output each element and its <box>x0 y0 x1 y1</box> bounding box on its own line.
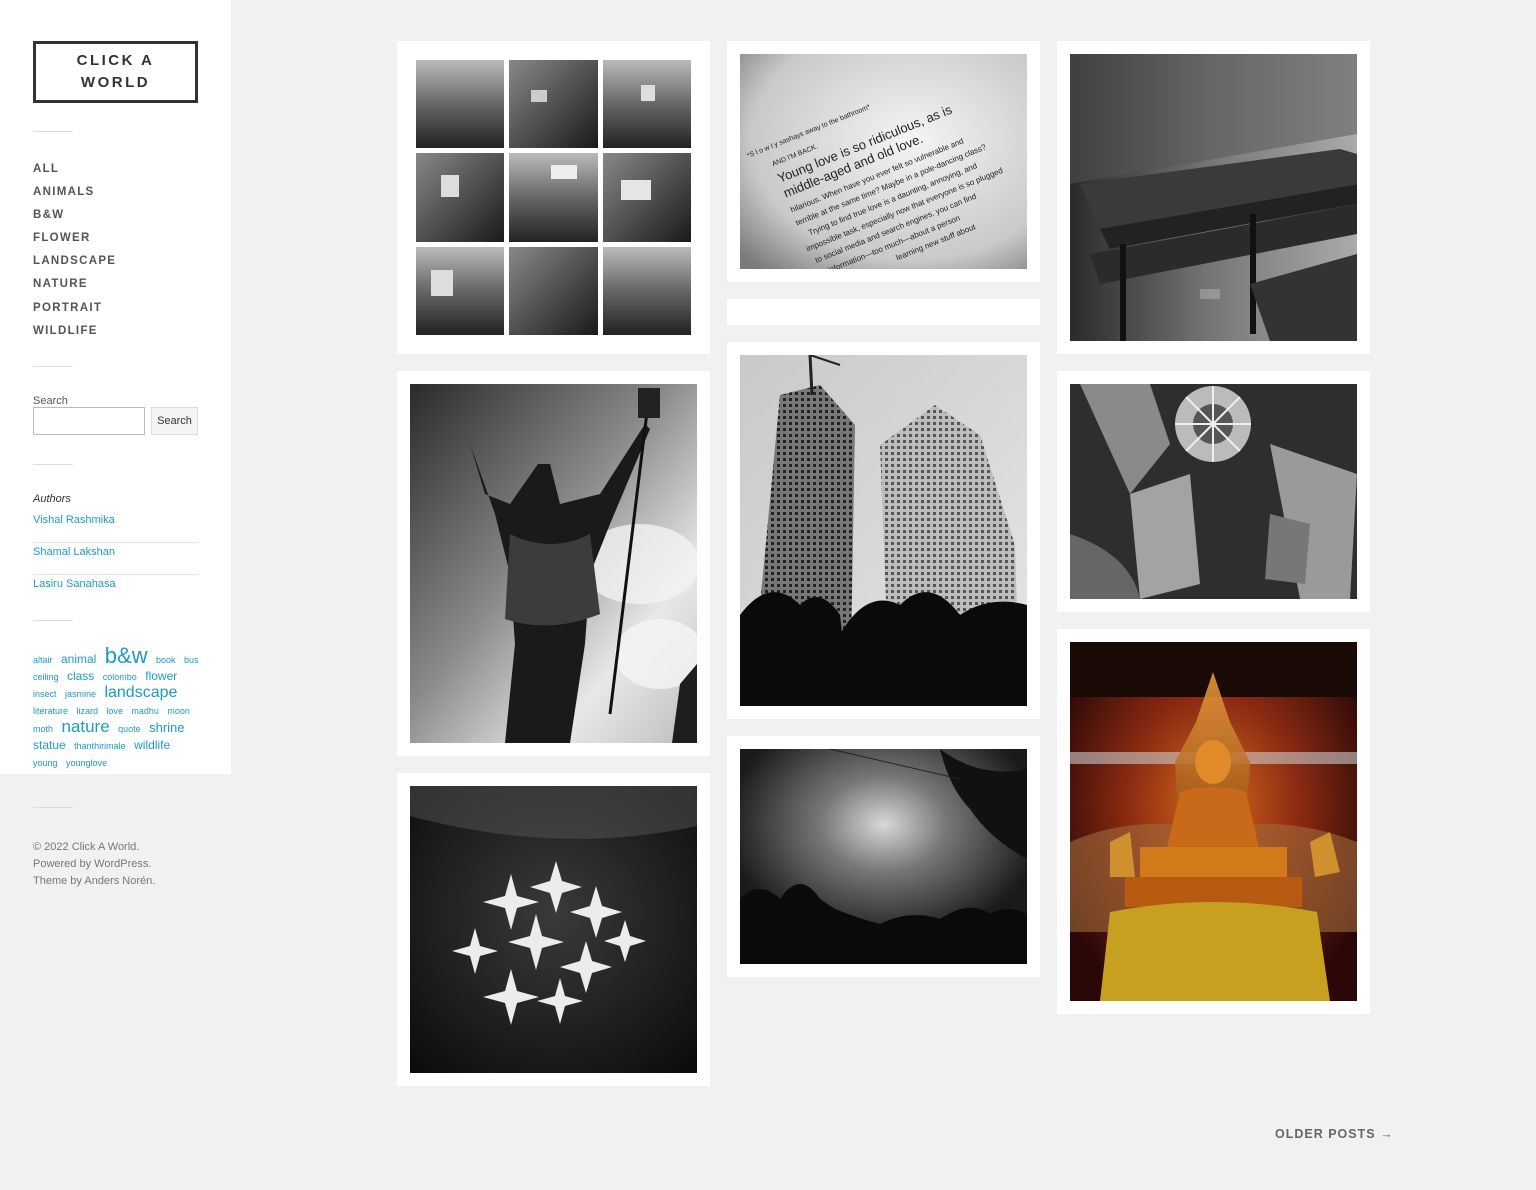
divider <box>33 620 73 621</box>
tag-link[interactable]: b&w <box>105 643 148 668</box>
nav-item-bw[interactable]: B&W <box>33 208 116 231</box>
post-card[interactable] <box>727 342 1040 719</box>
nav-item-nature[interactable]: NATURE <box>33 277 116 300</box>
post-card[interactable] <box>1057 629 1370 1014</box>
author-link[interactable]: Shamal Lakshan <box>33 543 198 575</box>
post-thumbnail-night-sky[interactable] <box>740 749 1027 964</box>
divider <box>33 131 73 132</box>
divider <box>33 464 73 465</box>
tag-link[interactable]: bus <box>184 655 199 665</box>
authors-widget-title: Authors <box>33 493 71 505</box>
search-label: Search <box>33 395 68 407</box>
powered-by-link[interactable]: Powered by WordPress. <box>33 856 155 873</box>
site-footer: © 2022 Click A World. Powered by WordPre… <box>33 839 155 890</box>
nav-item-animals[interactable]: ANIMALS <box>33 185 116 208</box>
post-card[interactable] <box>397 371 710 756</box>
post-card[interactable] <box>1057 371 1370 612</box>
tag-link[interactable]: ceiling <box>33 672 59 682</box>
tag-link[interactable]: book <box>156 655 176 665</box>
author-link[interactable]: Vishal Rashmika <box>33 511 198 543</box>
tag-link[interactable]: colombo <box>103 672 137 682</box>
nav-item-wildlife[interactable]: WILDLIFE <box>33 324 116 347</box>
post-card-empty[interactable] <box>727 299 1040 325</box>
search-input[interactable] <box>33 407 145 435</box>
post-thumbnail-statue[interactable] <box>410 384 697 743</box>
tag-link[interactable]: nature <box>61 717 109 736</box>
tag-link[interactable]: quote <box>118 724 141 734</box>
nav-item-landscape[interactable]: LANDSCAPE <box>33 254 116 277</box>
post-thumbnail-flower[interactable] <box>410 786 697 1073</box>
tag-link[interactable]: younglove <box>66 758 107 768</box>
divider <box>33 366 73 367</box>
tag-link[interactable]: madhu <box>131 706 159 716</box>
tag-link[interactable]: landscape <box>104 684 177 701</box>
older-posts-link[interactable]: OLDER POSTS → <box>1275 1127 1394 1141</box>
divider <box>33 807 73 808</box>
post-thumbnail-buddha-shrine[interactable] <box>1070 642 1357 1001</box>
post-card[interactable] <box>397 41 710 354</box>
sidebar: CLICK A WORLD ALL ANIMALS B&W FLOWER LAN… <box>0 0 231 774</box>
tag-link[interactable]: statue <box>33 738 66 752</box>
tag-link[interactable]: flower <box>145 669 177 683</box>
category-nav: ALL ANIMALS B&W FLOWER LANDSCAPE NATURE … <box>33 162 116 347</box>
post-card[interactable] <box>1057 41 1370 354</box>
site-title[interactable]: CLICK A WORLD <box>33 41 198 103</box>
tag-link[interactable]: insect <box>33 689 57 699</box>
author-link[interactable]: Lasiru Sanahasa <box>33 575 198 607</box>
tag-link[interactable]: wildlife <box>134 738 170 752</box>
tag-link[interactable]: shrine <box>149 720 184 735</box>
tag-link[interactable]: love <box>106 706 123 716</box>
tag-link[interactable]: animal <box>61 652 96 666</box>
theme-credit-link[interactable]: Theme by Anders Norén. <box>33 873 155 890</box>
tag-link[interactable]: jasmine <box>65 689 96 699</box>
post-thumbnail-protest-collage[interactable] <box>411 55 696 340</box>
tag-link[interactable]: altair <box>33 655 53 665</box>
nav-item-all[interactable]: ALL <box>33 162 116 185</box>
search-button[interactable]: Search <box>151 407 198 435</box>
tag-cloud: altair animal b&w book bus ceiling class… <box>33 645 203 771</box>
nav-item-portrait[interactable]: PORTRAIT <box>33 301 116 324</box>
tag-link[interactable]: lizard <box>76 706 98 716</box>
nav-item-flower[interactable]: FLOWER <box>33 231 116 254</box>
tag-link[interactable]: young <box>33 758 58 768</box>
tag-link[interactable]: moth <box>33 724 53 734</box>
tag-link[interactable]: class <box>67 669 94 683</box>
post-thumbnail-ceiling[interactable] <box>1070 384 1357 599</box>
copyright-text[interactable]: © 2022 Click A World. <box>33 839 155 856</box>
authors-list: Vishal Rashmika Shamal Lakshan Lasiru Sa… <box>33 511 198 607</box>
tag-link[interactable]: moon <box>167 706 190 716</box>
post-card[interactable] <box>727 736 1040 977</box>
post-thumbnail-towers[interactable] <box>740 355 1027 706</box>
post-card[interactable]: *S l o w l y sashays away to the bathroo… <box>727 41 1040 282</box>
post-card[interactable] <box>397 773 710 1086</box>
post-thumbnail-book-quote[interactable]: *S l o w l y sashays away to the bathroo… <box>740 54 1027 269</box>
tag-link[interactable]: thanthirimale <box>74 741 126 751</box>
tag-link[interactable]: literature <box>33 706 68 716</box>
post-thumbnail-classroom[interactable] <box>1070 54 1357 341</box>
